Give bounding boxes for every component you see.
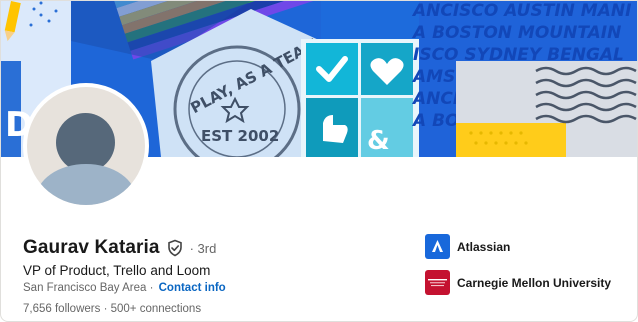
profile-card: D PLAY, AS A TEAM EST 2002 & ANCISCO AUS…	[0, 0, 638, 322]
banner-city-line-2: A BOSTON MOUNTAIN	[411, 23, 621, 43]
profile-location: San Francisco Bay Area	[23, 282, 147, 294]
svg-text:&: &	[367, 126, 390, 156]
connections-count: 500+ connections	[110, 303, 202, 315]
cmu-logo-icon	[425, 270, 450, 295]
school-name: Carnegie Mellon University	[457, 275, 612, 290]
network-separator: ·	[103, 303, 108, 315]
connection-degree: · 3rd	[189, 240, 217, 256]
network-row: 7,656 followers · 500+ connections	[23, 303, 201, 315]
verified-shield-icon[interactable]	[166, 239, 184, 257]
avatar-placeholder-icon	[27, 87, 145, 205]
banner-stamp-year: EST 2002	[201, 127, 279, 145]
banner-city-line-1: ANCISCO AUSTIN MANI	[411, 1, 631, 21]
location-row: San Francisco Bay Area · Contact info	[23, 282, 226, 294]
education-link[interactable]: Carnegie Mellon University	[425, 270, 611, 295]
contact-info-link[interactable]: Contact info	[159, 282, 226, 294]
profile-headline: VP of Product, Trello and Loom	[23, 263, 211, 278]
profile-name: Gaurav Kataria	[23, 237, 160, 258]
company-name: Atlassian	[457, 239, 511, 254]
atlassian-logo-icon	[425, 234, 450, 259]
location-separator: ·	[149, 282, 154, 294]
followers-count: 7,656 followers	[23, 303, 101, 315]
name-row: Gaurav Kataria · 3rd	[23, 237, 216, 259]
profile-avatar[interactable]	[23, 83, 149, 209]
current-company-link[interactable]: Atlassian	[425, 234, 510, 259]
